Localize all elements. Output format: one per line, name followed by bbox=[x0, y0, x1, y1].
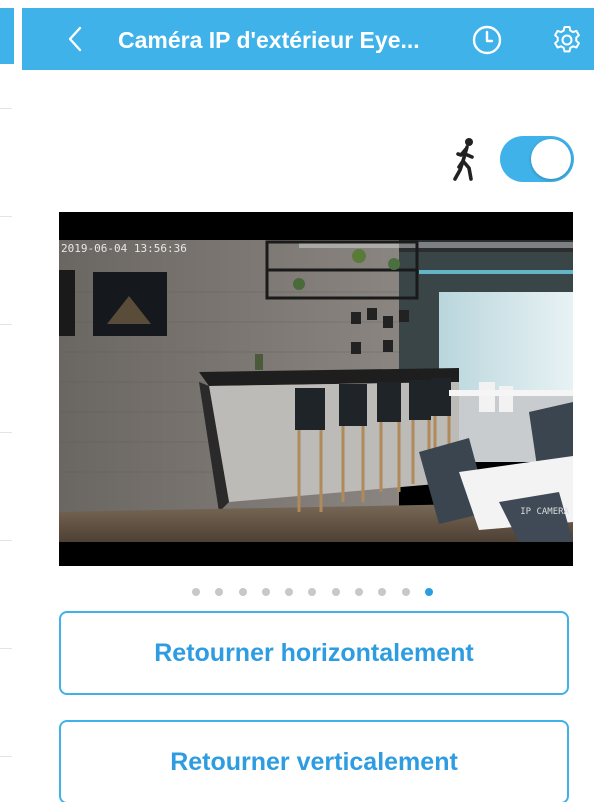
pager-dot[interactable] bbox=[308, 588, 317, 596]
pager-dot[interactable] bbox=[192, 588, 200, 596]
gear-icon bbox=[554, 26, 580, 53]
divider bbox=[0, 108, 12, 109]
pager-dot[interactable] bbox=[331, 588, 340, 596]
pager-dot[interactable] bbox=[238, 588, 247, 596]
divider bbox=[0, 432, 12, 433]
camera-feed[interactable]: 2019-06-04 13:56:36 IP CAMERA bbox=[59, 212, 573, 566]
toggle-knob bbox=[531, 139, 571, 179]
previous-screen-header bbox=[0, 8, 14, 64]
pager-dot[interactable] bbox=[378, 588, 387, 596]
divider bbox=[0, 216, 12, 217]
motion-detection-toggle[interactable] bbox=[500, 136, 574, 182]
divider bbox=[0, 756, 12, 757]
settings-button[interactable] bbox=[550, 23, 584, 57]
divider bbox=[0, 648, 12, 649]
flip-vertical-button[interactable]: Retourner verticalement bbox=[59, 720, 569, 802]
app-header: Caméra IP d'extérieur Eye... bbox=[22, 8, 594, 70]
feed-pager bbox=[192, 588, 448, 600]
pager-dot[interactable] bbox=[285, 588, 294, 596]
camera-settings-panel: Caméra IP d'extérieur Eye... 2019-06-04 … bbox=[22, 0, 594, 802]
app-screen: Caméra IP d'extérieur Eye... 2019-06-04 … bbox=[0, 0, 594, 802]
divider bbox=[0, 540, 12, 541]
feed-overlay-label: IP CAMERA bbox=[520, 507, 569, 517]
pager-dot[interactable] bbox=[215, 588, 224, 596]
divider bbox=[0, 324, 12, 325]
camera-feed-image bbox=[59, 212, 573, 566]
clock-icon bbox=[472, 25, 502, 55]
pager-dot[interactable] bbox=[261, 588, 270, 596]
flip-horizontal-button[interactable]: Retourner horizontalement bbox=[59, 611, 569, 695]
chevron-left-icon bbox=[68, 26, 82, 52]
walking-person-icon bbox=[453, 138, 474, 181]
pager-dot[interactable] bbox=[355, 588, 364, 596]
previous-screen-edge bbox=[0, 0, 14, 802]
feed-timestamp: 2019-06-04 13:56:36 bbox=[61, 242, 187, 255]
page-title: Caméra IP d'extérieur Eye... bbox=[118, 27, 420, 53]
back-button[interactable] bbox=[58, 22, 92, 56]
history-button[interactable] bbox=[470, 23, 504, 57]
pager-dot[interactable] bbox=[424, 588, 433, 596]
pager-dot[interactable] bbox=[401, 588, 410, 596]
